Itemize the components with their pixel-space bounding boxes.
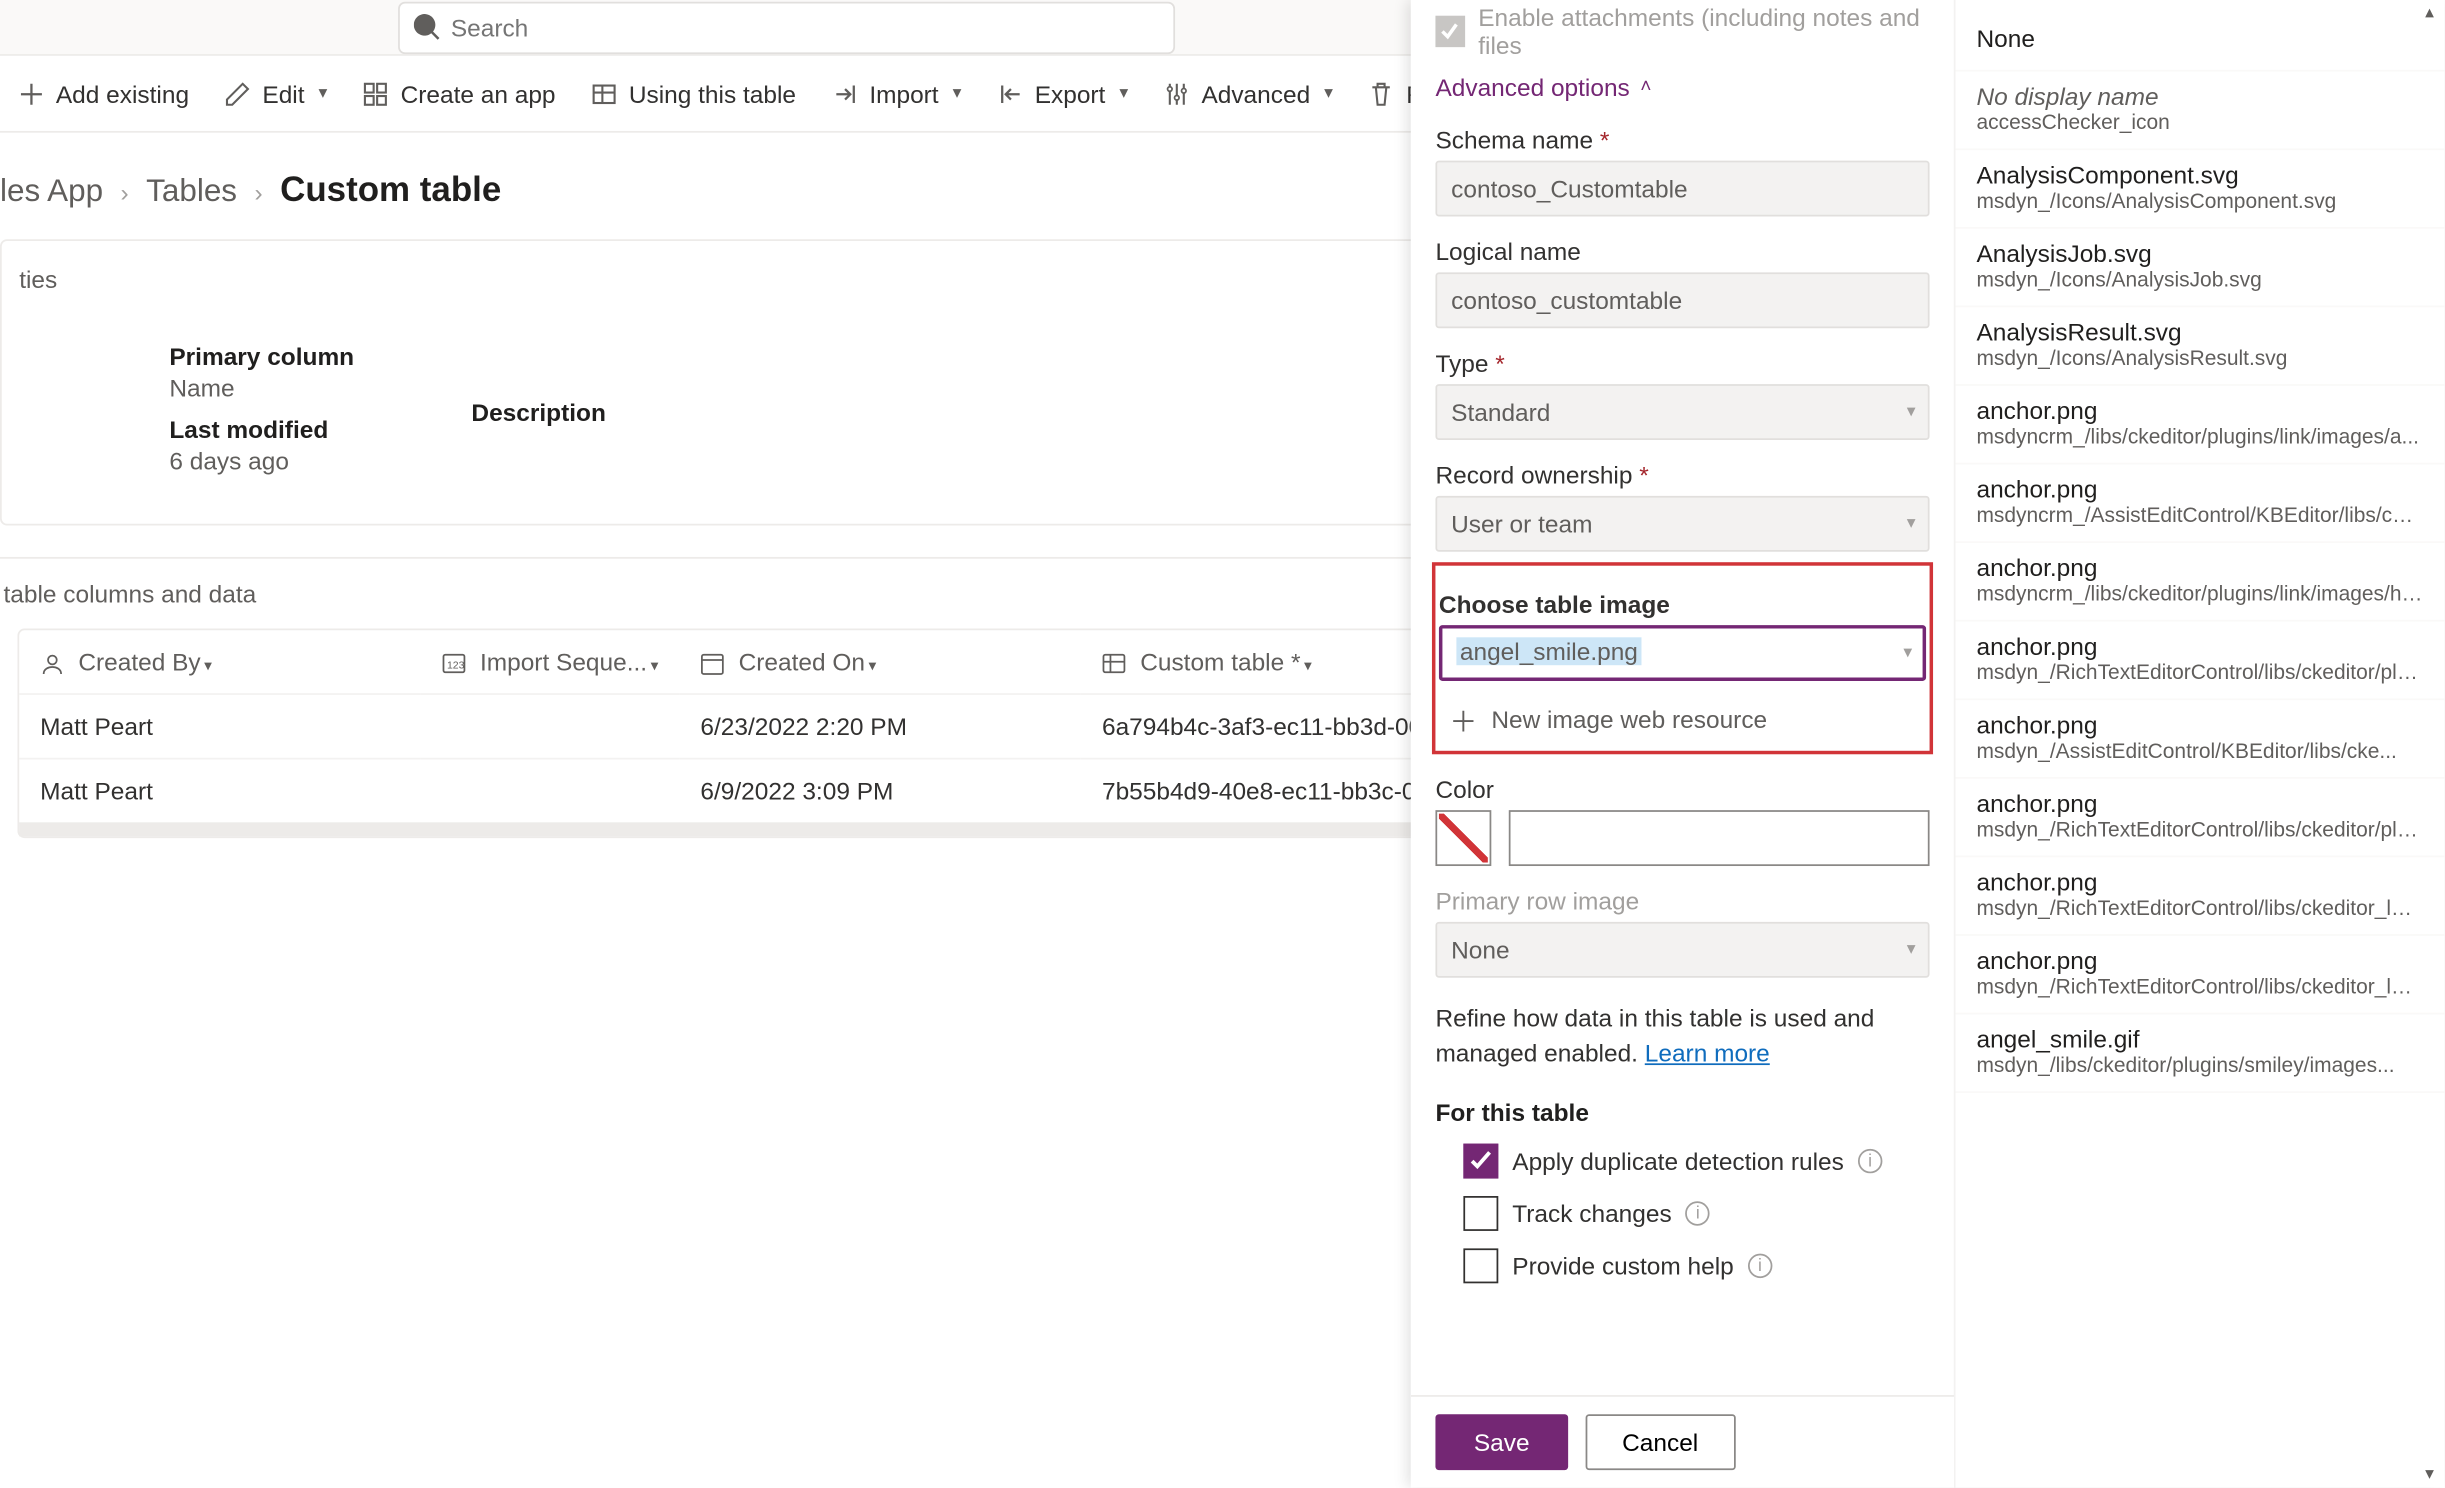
person-icon [40, 652, 64, 676]
dropdown-none-item[interactable]: None [1956, 7, 2445, 72]
breadcrumb-tables[interactable]: Tables [146, 173, 237, 210]
learn-more-link[interactable]: Learn more [1645, 1038, 1770, 1066]
info-icon[interactable]: i [1858, 1149, 1882, 1173]
description-label: Description [471, 398, 605, 426]
breadcrumb-app[interactable]: les App [0, 173, 103, 210]
plus-icon [17, 79, 45, 107]
track-changes-checkbox[interactable]: Track changes i [1463, 1196, 1929, 1231]
choose-image-label: Choose table image [1439, 590, 1926, 618]
choose-image-combo[interactable]: angel_smile.png [1439, 625, 1926, 681]
dropdown-item[interactable]: No display nameaccessChecker_icon [1956, 72, 2445, 151]
edit-table-panel: Enable attachments (including notes and … [1411, 0, 2445, 1488]
dropdown-item[interactable]: angel_smile.gifmsdyn_/libs/ckeditor/plug… [1956, 1014, 2445, 1093]
edit-button[interactable]: Edit▾ [220, 72, 330, 114]
color-label: Color [1435, 775, 1929, 803]
search-icon [414, 13, 441, 41]
dropdown-item[interactable]: anchor.pngmsdyn_/RichTextEditorControl/l… [1956, 622, 2445, 701]
provide-help-checkbox[interactable]: Provide custom help i [1463, 1249, 1929, 1284]
image-dropdown-list[interactable]: ▴ None No display nameaccessChecker_icon… [1956, 0, 2445, 1488]
info-icon[interactable]: i [1685, 1202, 1709, 1226]
key-col-icon [1102, 652, 1126, 676]
record-ownership-label: Record ownership [1435, 461, 1929, 489]
grid-icon [362, 79, 390, 107]
scroll-up-icon[interactable]: ▴ [2425, 3, 2434, 22]
export-icon [996, 79, 1024, 107]
add-existing-button[interactable]: Add existing [14, 72, 193, 114]
schema-name-label: Schema name [1435, 126, 1929, 154]
breadcrumb-current: Custom table [280, 171, 501, 211]
create-app-button[interactable]: Create an app [359, 72, 559, 114]
calendar-icon [700, 652, 724, 676]
card-header-label: ties [19, 265, 57, 293]
col-import-seq[interactable]: 123 Import Seque...▾ [421, 630, 680, 694]
advanced-options-toggle[interactable]: Advanced options ˄ [1435, 73, 1929, 101]
save-button[interactable]: Save [1435, 1414, 1568, 1470]
chevron-right-icon: › [254, 177, 262, 205]
chevron-right-icon: › [121, 177, 129, 205]
table-icon [590, 79, 618, 107]
pencil-icon [224, 79, 252, 107]
dropdown-item[interactable]: anchor.pngmsdyncrm_/libs/ckeditor/plugin… [1956, 543, 2445, 622]
type-label: Type [1435, 349, 1929, 377]
info-icon[interactable]: i [1747, 1254, 1771, 1278]
check-icon [1439, 21, 1460, 42]
new-image-resource-link[interactable]: ＋ New image web resource [1439, 698, 1926, 740]
cancel-button[interactable]: Cancel [1585, 1414, 1734, 1470]
scroll-down-icon[interactable]: ▾ [2425, 1465, 2434, 1484]
check-icon [1468, 1149, 1492, 1173]
col-created-by[interactable]: Created By▾ [19, 630, 421, 694]
sliders-icon [1163, 79, 1191, 107]
dropdown-item[interactable]: AnalysisComponent.svgmsdyn_/Icons/Analys… [1956, 150, 2445, 229]
dropdown-item[interactable]: anchor.pngmsdyn_/RichTextEditorControl/l… [1956, 779, 2445, 858]
export-button[interactable]: Export▾ [993, 72, 1132, 114]
choose-image-section: Choose table image angel_smile.png ▾ ＋ N… [1432, 562, 1933, 754]
refine-text: Refine how data in this table is used an… [1435, 1002, 1929, 1070]
search-box[interactable] [398, 1, 1175, 53]
dropdown-item[interactable]: anchor.pngmsdyncrm_/AssistEditControl/KB… [1956, 464, 2445, 543]
logical-name-label: Logical name [1435, 237, 1929, 265]
dropdown-item[interactable]: AnalysisJob.svgmsdyn_/Icons/AnalysisJob.… [1956, 229, 2445, 308]
type-select [1435, 384, 1929, 440]
dropdown-item[interactable]: AnalysisResult.svgmsdyn_/Icons/AnalysisR… [1956, 307, 2445, 386]
dropdown-item[interactable]: anchor.pngmsdyncrm_/libs/ckeditor/plugin… [1956, 386, 2445, 465]
advanced-button[interactable]: Advanced▾ [1160, 72, 1337, 114]
chevron-up-icon: ˄ [1640, 77, 1651, 98]
number-icon: 123 [442, 652, 466, 676]
search-input[interactable] [451, 13, 1160, 41]
schema-name-input [1435, 161, 1929, 217]
primary-row-image-label: Primary row image [1435, 887, 1929, 915]
apply-duplicate-checkbox[interactable]: Apply duplicate detection rules i [1463, 1144, 1929, 1179]
dropdown-item[interactable]: anchor.pngmsdyn_/AssistEditControl/KBEdi… [1956, 700, 2445, 779]
logical-name-input [1435, 272, 1929, 328]
dropdown-item[interactable]: anchor.pngmsdyn_/RichTextEditorControl/l… [1956, 936, 2445, 1015]
record-ownership-select [1435, 496, 1929, 552]
svg-text:123: 123 [447, 661, 465, 672]
using-table-button[interactable]: Using this table [587, 72, 800, 114]
import-button[interactable]: Import▾ [827, 72, 964, 114]
for-this-table-label: For this table [1435, 1099, 1929, 1127]
checkbox-disabled [1435, 16, 1464, 47]
trash-icon [1368, 79, 1396, 107]
import-icon [831, 79, 859, 107]
dropdown-item[interactable]: anchor.pngmsdyn_/RichTextEditorControl/l… [1956, 857, 2445, 936]
plus-icon: ＋ [1449, 698, 1477, 740]
col-created-on[interactable]: Created On▾ [679, 630, 1081, 694]
color-input[interactable] [1509, 810, 1930, 866]
enable-attachments-checkbox: Enable attachments (including notes and … [1435, 3, 1929, 59]
color-swatch[interactable] [1435, 810, 1491, 866]
primary-row-image-select [1435, 922, 1929, 978]
